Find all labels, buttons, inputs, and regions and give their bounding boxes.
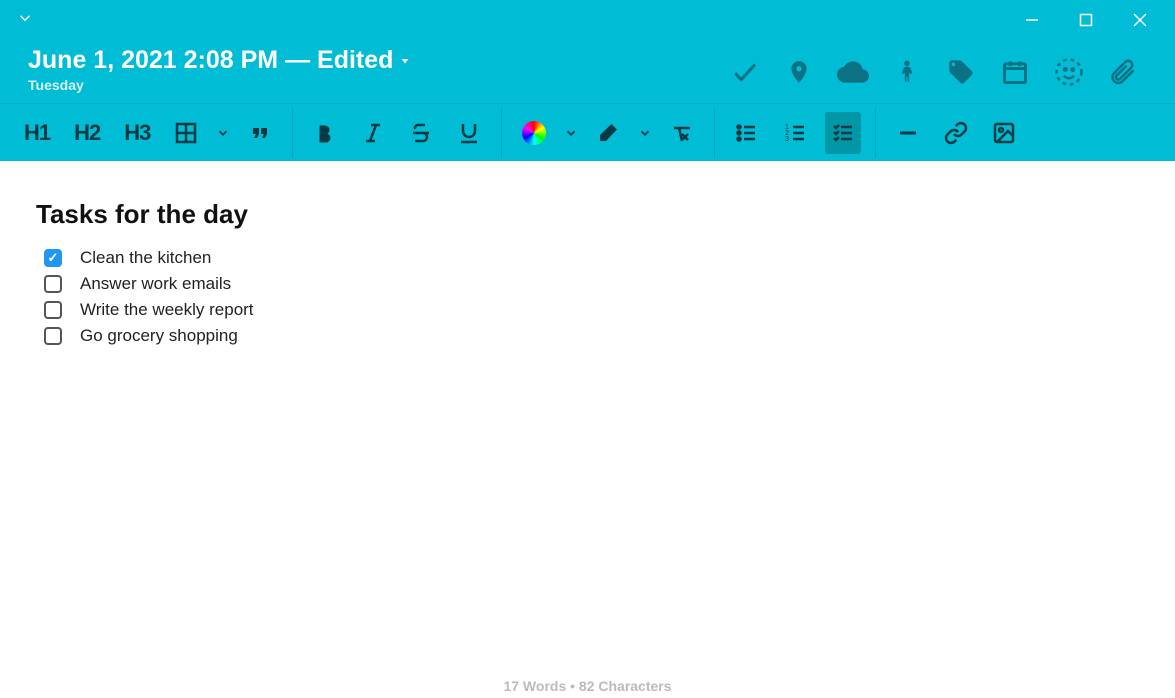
color-wheel-icon [522,121,546,145]
menu-chevron-icon[interactable] [8,1,42,40]
bullet-list-button[interactable] [729,112,765,154]
format-toolbar: H1 H2 H3 [0,103,1175,161]
strikethrough-button[interactable] [403,112,439,154]
word-count: 17 Words • 82 Characters [503,678,671,694]
maximize-button[interactable] [1071,5,1101,35]
text-color-button[interactable] [516,112,552,154]
editor-content[interactable]: Tasks for the day Clean the kitchen Answ… [0,161,1175,659]
heading2-button[interactable]: H2 [68,112,106,154]
entry-header: June 1, 2021 2:08 PM — Edited Tuesday [0,40,1175,103]
bold-button[interactable] [307,112,343,154]
emoji-icon[interactable] [1053,56,1085,88]
task-label: Clean the kitchen [80,248,211,268]
task-item: Go grocery shopping [44,326,1139,346]
task-checkbox[interactable] [44,327,62,345]
tag-icon[interactable] [945,56,977,88]
done-icon[interactable] [729,56,761,88]
dropdown-caret-icon [399,55,411,67]
text-color-dropdown[interactable] [564,112,578,154]
content-heading: Tasks for the day [36,199,1139,230]
highlight-dropdown[interactable] [638,112,652,154]
titlebar [0,0,1175,40]
italic-button[interactable] [355,112,391,154]
attachment-icon[interactable] [1107,56,1139,88]
close-button[interactable] [1125,5,1155,35]
task-label: Go grocery shopping [80,326,238,346]
person-icon[interactable] [891,56,923,88]
task-item: Write the weekly report [44,300,1139,320]
cloud-icon[interactable] [837,56,869,88]
underline-button[interactable] [451,112,487,154]
svg-text:3: 3 [785,136,789,143]
entry-title[interactable]: June 1, 2021 2:08 PM — Edited [28,46,411,75]
table-dropdown-button[interactable] [216,112,230,154]
heading3-button[interactable]: H3 [118,112,156,154]
highlight-button[interactable] [590,112,626,154]
task-label: Write the weekly report [80,300,254,320]
table-button[interactable] [168,112,204,154]
task-label: Answer work emails [80,274,231,294]
horizontal-rule-button[interactable] [890,112,926,154]
task-checklist: Clean the kitchen Answer work emails Wri… [36,248,1139,346]
task-checkbox[interactable] [44,275,62,293]
minimize-button[interactable] [1017,5,1047,35]
entry-title-text: June 1, 2021 2:08 PM — Edited [28,46,393,75]
task-item: Clean the kitchen [44,248,1139,268]
quote-button[interactable] [242,112,278,154]
image-button[interactable] [986,112,1022,154]
numbered-list-button[interactable]: 123 [777,112,813,154]
status-bar: 17 Words • 82 Characters [0,678,1175,694]
task-checkbox[interactable] [44,301,62,319]
task-item: Answer work emails [44,274,1139,294]
task-checkbox[interactable] [44,249,62,267]
calendar-icon[interactable] [999,56,1031,88]
heading1-button[interactable]: H1 [18,112,56,154]
entry-subtitle: Tuesday [28,77,411,93]
checklist-button[interactable] [825,112,861,154]
clear-format-button[interactable] [664,112,700,154]
link-button[interactable] [938,112,974,154]
location-icon[interactable] [783,56,815,88]
